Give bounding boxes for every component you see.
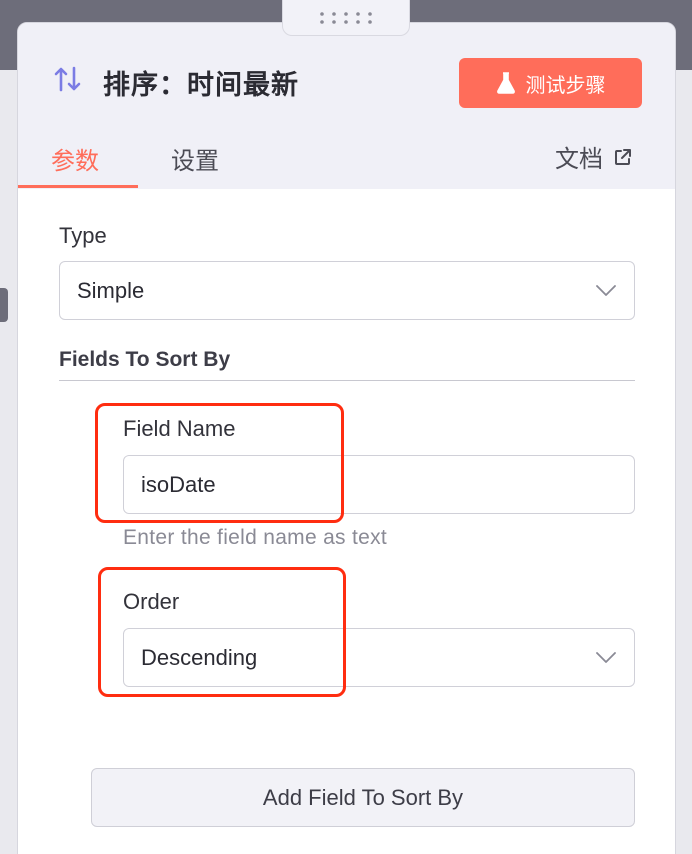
add-field-to-sort-button[interactable]: Add Field To Sort By [91,768,635,827]
node-title: 排序：时间最新 [103,70,299,100]
external-link-icon [615,148,631,165]
highlight-field-name [95,403,344,523]
flask-icon [496,72,515,94]
node-panel: 排序：时间最新 测试步骤 参数 设置 文档 Type Simple Fields… [17,22,676,854]
active-tab-indicator [18,185,138,188]
section-divider [59,380,635,381]
docs-link[interactable]: 文档 [555,139,633,174]
field-name-hint: Enter the field name as text [123,526,388,549]
tab-parameters[interactable]: 参数 [51,141,99,176]
sort-arrows-icon [54,66,81,92]
chevron-down-icon [596,284,616,296]
test-step-button[interactable]: 测试步骤 [459,58,642,108]
type-select[interactable]: Simple [59,261,635,320]
fields-to-sort-title: Fields To Sort By [59,348,231,371]
drag-handle[interactable] [282,0,410,36]
tab-settings[interactable]: 设置 [171,141,219,176]
chevron-down-icon [596,651,616,663]
grip-icon [320,11,372,24]
highlight-order [98,567,346,697]
left-side-handle[interactable] [0,288,8,322]
docs-label: 文档 [555,146,603,173]
type-label: Type [59,223,107,248]
type-value: Simple [77,277,145,303]
test-step-label: 测试步骤 [525,74,606,97]
panel-header: 排序：时间最新 测试步骤 参数 设置 文档 [18,23,675,189]
